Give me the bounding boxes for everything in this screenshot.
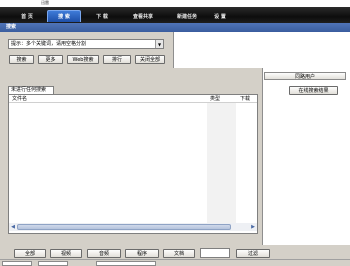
column-filename[interactable]: 文件名 — [12, 95, 27, 103]
search-section-header: 搜索 — [0, 23, 350, 32]
column-type[interactable]: 类型 — [210, 95, 220, 103]
search-side-area — [173, 32, 350, 68]
close-all-button[interactable]: 关闭全部 — [135, 55, 165, 64]
tab-settings[interactable]: 设 置 — [205, 10, 235, 22]
tab-new-task[interactable]: 新建任务 — [170, 10, 204, 22]
peer-users-header[interactable]: 同路用户 — [264, 72, 346, 80]
scroll-left-icon[interactable]: ◀ — [9, 223, 17, 231]
tab-home[interactable]: 首 页 — [12, 10, 42, 22]
tab-view-shared[interactable]: 查看共享 — [123, 10, 163, 22]
status-cell — [2, 261, 32, 266]
more-button[interactable]: 更多 — [38, 55, 63, 64]
window-title: 迅雷 — [41, 0, 49, 5]
online-search-results-button[interactable]: 在线搜索结果 — [289, 86, 338, 95]
search-section-title: 搜索 — [6, 24, 17, 30]
category-audio-button[interactable]: 音频 — [87, 249, 121, 258]
rank-button[interactable]: 排行 — [103, 55, 131, 64]
results-tab[interactable]: 未进行任何搜索 — [8, 86, 54, 94]
category-all-button[interactable]: 全部 — [14, 249, 46, 258]
keyword-input[interactable]: 提示：多个关键词，请用空格分割 — [11, 41, 86, 48]
tab-search[interactable]: 搜 索 — [47, 10, 81, 22]
scroll-right-icon[interactable]: ▶ — [249, 223, 257, 231]
tab-download[interactable]: 下 载 — [85, 10, 119, 22]
filter-button[interactable]: 过滤 — [236, 249, 270, 258]
column-type-shade — [207, 103, 236, 224]
scrollbar-thumb[interactable] — [17, 224, 231, 230]
window-titlebar: 迅雷 — [0, 0, 350, 7]
category-video-button[interactable]: 视频 — [50, 249, 82, 258]
column-download[interactable]: 下载 — [240, 95, 250, 103]
results-header: 文件名 类型 下载 — [9, 95, 257, 103]
main-toolbar: 首 页 搜 索 下 载 查看共享 新建任务 设 置 — [0, 7, 350, 23]
search-button[interactable]: 搜索 — [9, 55, 34, 64]
keyword-combobox[interactable]: 提示：多个关键词，请用空格分割 ▼ — [8, 39, 164, 49]
filter-input[interactable] — [200, 248, 230, 258]
results-tab-label: 未进行任何搜索 — [11, 87, 47, 93]
web-search-button[interactable]: Web搜索 — [67, 55, 99, 64]
status-bar — [0, 259, 350, 266]
status-cell — [96, 261, 156, 266]
category-program-button[interactable]: 程序 — [125, 249, 159, 258]
status-cell — [38, 261, 68, 266]
chevron-down-icon[interactable]: ▼ — [155, 40, 163, 48]
category-document-button[interactable]: 文档 — [163, 249, 195, 258]
